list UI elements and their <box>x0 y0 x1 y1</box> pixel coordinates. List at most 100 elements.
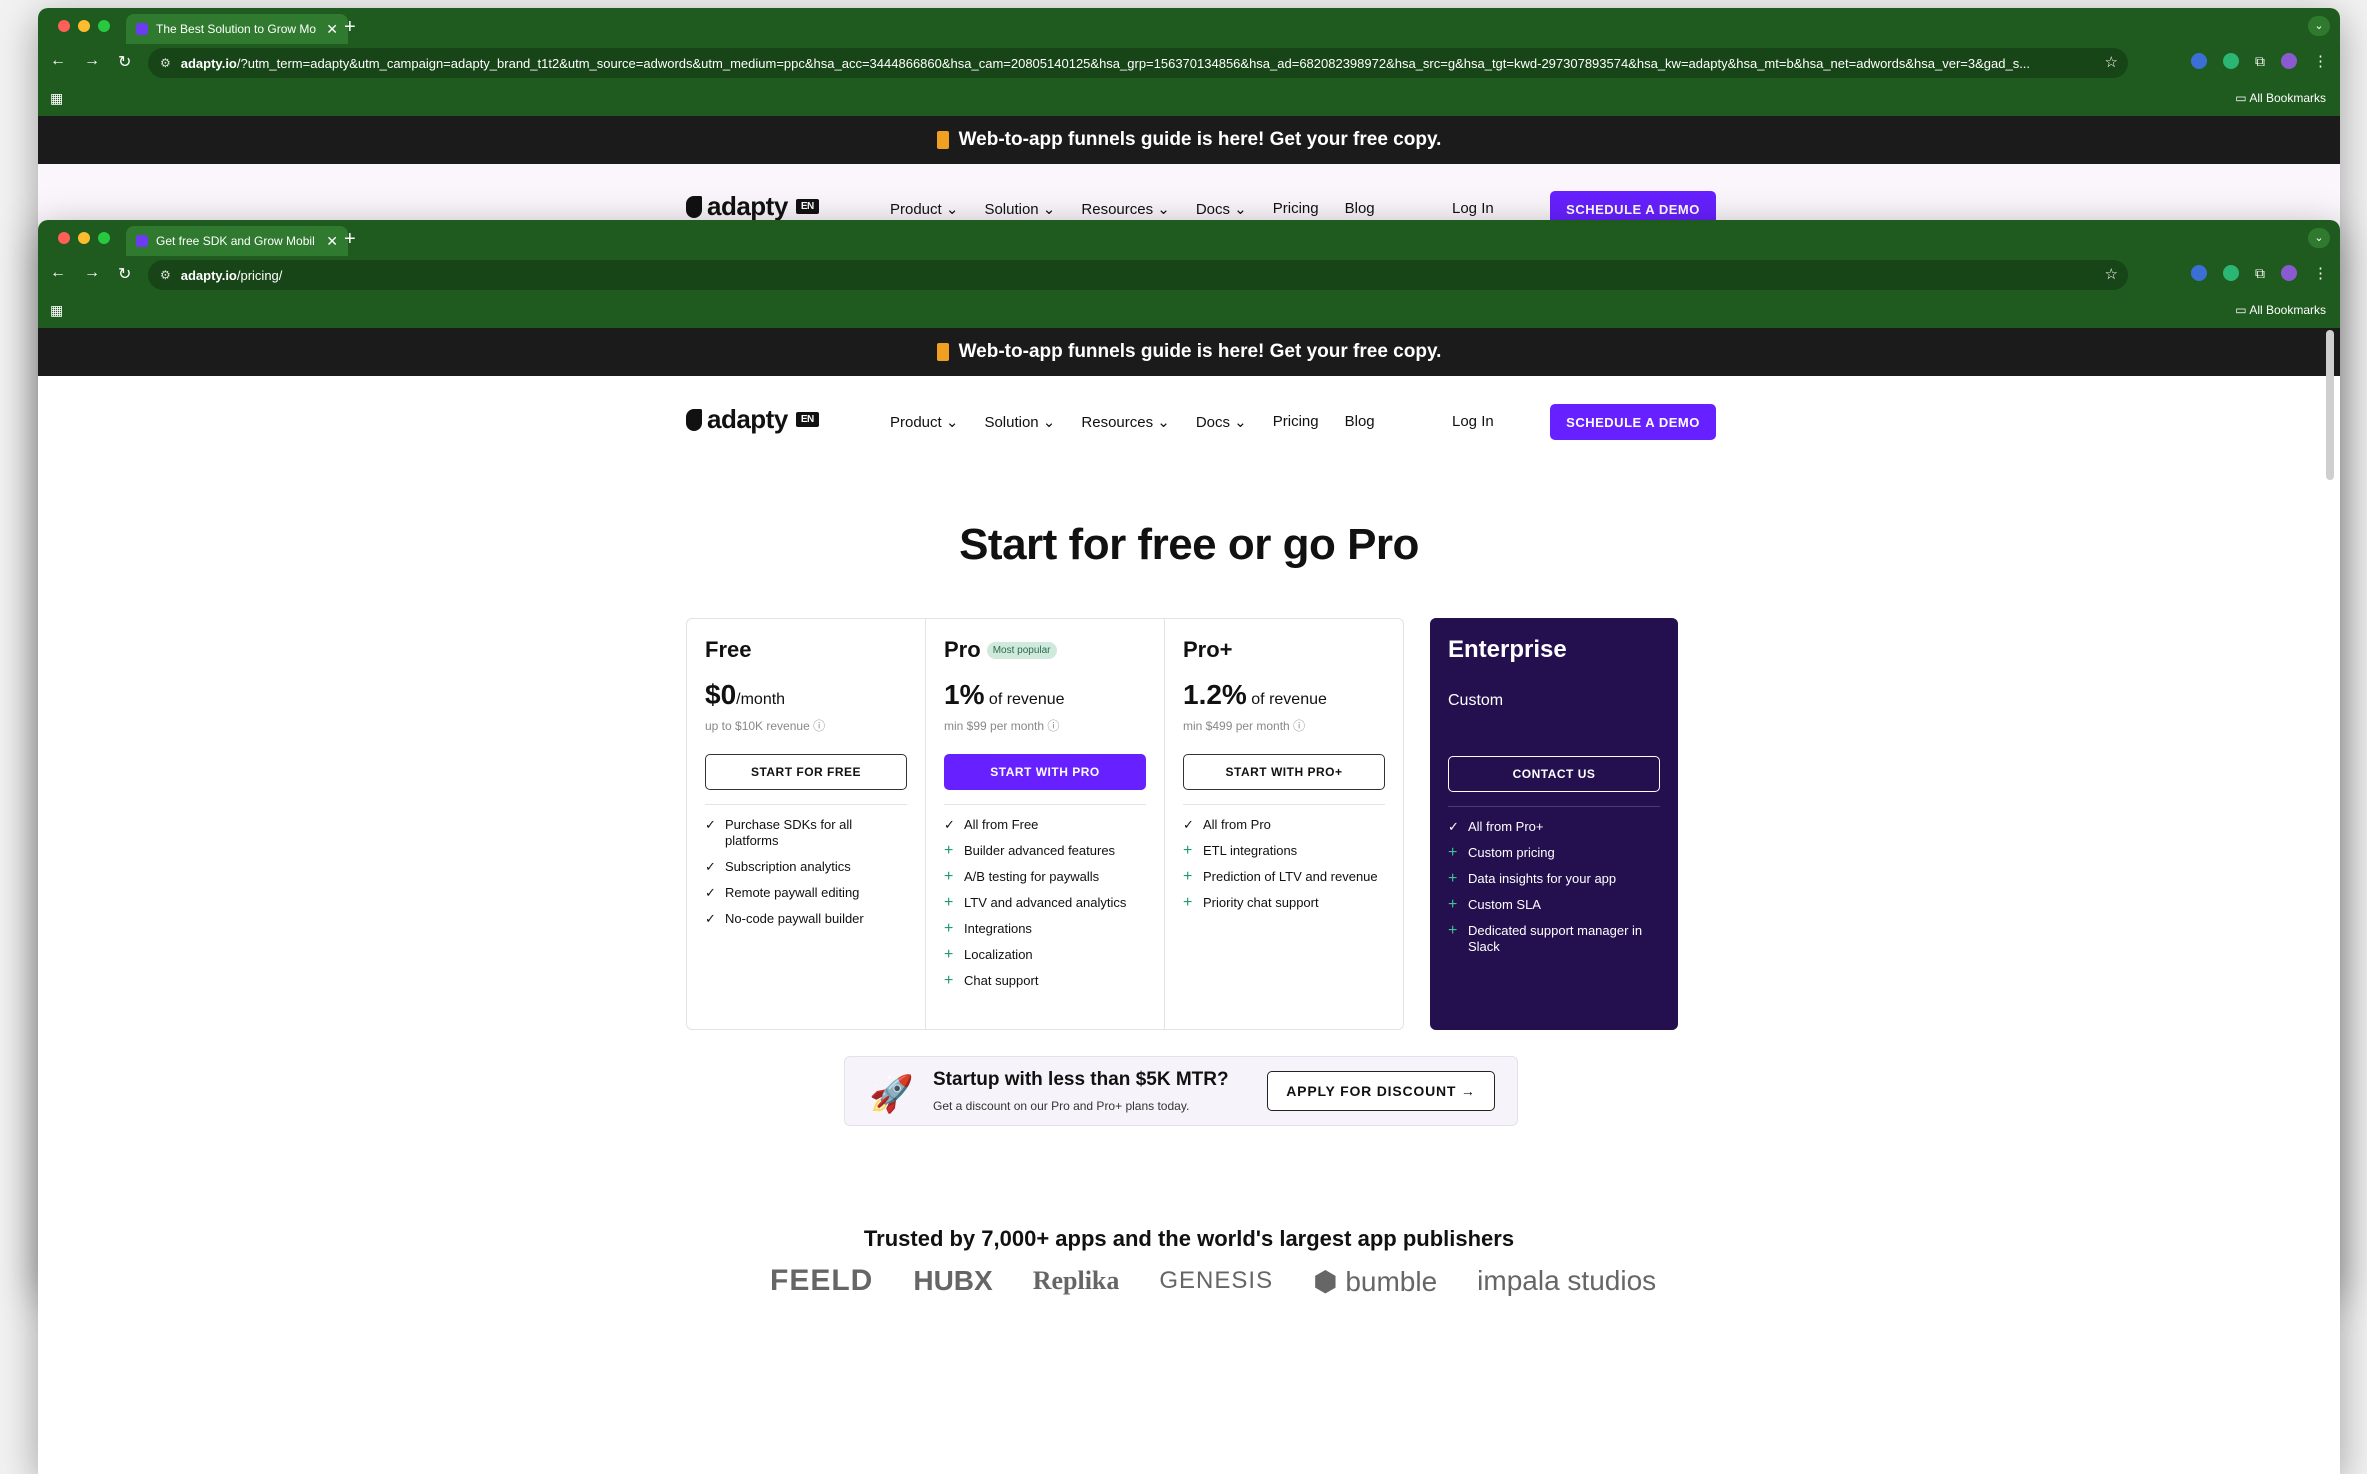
tab-title: The Best Solution to Grow Mo <box>156 22 317 36</box>
language-badge[interactable]: EN <box>795 412 819 427</box>
feature-text: No-code paywall builder <box>725 911 864 926</box>
kebab-menu-icon[interactable]: ⋮ <box>2313 52 2328 70</box>
start-with-pro-plus-button[interactable]: START WITH PRO+ <box>1183 754 1385 790</box>
menu-item-blog[interactable]: Blog <box>1345 200 1375 218</box>
list-item: + Custom pricing <box>1448 845 1660 861</box>
apps-grid-icon[interactable]: ▦ <box>50 302 63 319</box>
minimize-window-button[interactable] <box>78 20 90 32</box>
adapty-logo[interactable]: adapty EN <box>686 191 819 222</box>
menu-item-docs[interactable]: Docs ⌄ <box>1196 200 1247 218</box>
plan-note: min $99 per month ⓘ <box>944 719 1060 733</box>
address-bar[interactable]: ⚙ adapty.io/?utm_term=adapty&utm_campaig… <box>148 48 2128 78</box>
menu-item-product[interactable]: Product ⌄ <box>890 413 958 431</box>
back-arrow-icon[interactable]: ← <box>50 52 66 72</box>
all-bookmarks-folder[interactable]: ▭ All Bookmarks <box>2235 91 2326 105</box>
close-window-button[interactable] <box>58 20 70 32</box>
login-link[interactable]: Log In <box>1452 200 1494 217</box>
price-value: 1% <box>944 679 985 710</box>
plus-icon: + <box>1448 896 1458 913</box>
list-item: ✓ All from Free <box>944 817 1146 833</box>
puzzle-icon[interactable]: ⧉ <box>2255 265 2265 282</box>
tab-search-button[interactable]: ⌄ <box>2308 16 2330 36</box>
maximize-window-button[interactable] <box>98 20 110 32</box>
feature-list: ✓ All from Pro+ + Custom pricing + Data ins… <box>1448 819 1660 955</box>
menu-item-solution[interactable]: Solution ⌄ <box>984 200 1055 218</box>
kebab-menu-icon[interactable]: ⋮ <box>2313 264 2328 282</box>
client-logos: FEELD HUBX Replika GENESIS ⬢ bumble impa… <box>770 1264 1656 1298</box>
menu-item-pricing[interactable]: Pricing <box>1273 413 1319 431</box>
promo-banner-text: Web-to-app funnels guide is here! Get yo… <box>958 129 1442 150</box>
contact-us-button[interactable]: CONTACT US <box>1448 756 1660 792</box>
puzzle-icon[interactable]: ⧉ <box>2255 53 2265 70</box>
feature-text: LTV and advanced analytics <box>964 895 1127 910</box>
extension-shield-icon[interactable] <box>2223 265 2239 281</box>
schedule-demo-button[interactable]: SCHEDULE A DEMO <box>1550 404 1716 440</box>
new-tab-button[interactable]: + <box>344 228 356 251</box>
language-badge[interactable]: EN <box>795 199 819 214</box>
price-value: 1.2% <box>1183 679 1247 710</box>
menu-item-blog[interactable]: Blog <box>1345 413 1375 431</box>
browser-tab[interactable]: The Best Solution to Grow Mo ✕ <box>126 14 348 44</box>
reload-icon[interactable]: ↻ <box>118 52 131 72</box>
bookmark-star-icon[interactable]: ☆ <box>2105 53 2118 71</box>
extension-shield-icon[interactable] <box>2223 53 2239 69</box>
plus-icon: + <box>1448 870 1458 887</box>
all-bookmarks-folder[interactable]: ▭ All Bookmarks <box>2235 303 2326 317</box>
adapty-mark-icon <box>686 408 702 431</box>
feature-text: Builder advanced features <box>964 843 1116 858</box>
logo-text: adapty <box>707 191 788 221</box>
plan-price: Custom <box>1448 692 1504 709</box>
promo-banner[interactable]: Web-to-app funnels guide is here! Get yo… <box>38 328 2340 480</box>
login-link[interactable]: Log In <box>1452 413 1494 430</box>
all-bookmarks-label: All Bookmarks <box>2249 303 2326 317</box>
list-item: + Dedicated support manager in Slack <box>1448 923 1660 955</box>
menu-item-solution[interactable]: Solution ⌄ <box>984 413 1055 431</box>
feature-text: Localization <box>964 947 1033 962</box>
apps-grid-icon[interactable]: ▦ <box>50 90 63 107</box>
plus-icon: + <box>944 842 954 859</box>
menu-item-docs[interactable]: Docs ⌄ <box>1196 413 1247 431</box>
reload-icon[interactable]: ↻ <box>118 264 131 284</box>
list-item: ✓ All from Pro+ <box>1448 819 1660 835</box>
back-arrow-icon[interactable]: ← <box>50 264 66 284</box>
menu-item-resources[interactable]: Resources ⌄ <box>1081 413 1169 431</box>
tab-search-button[interactable]: ⌄ <box>2308 228 2330 248</box>
close-window-button[interactable] <box>58 232 70 244</box>
extension-1-icon[interactable] <box>2191 265 2207 281</box>
profile-avatar[interactable] <box>2281 53 2297 69</box>
maximize-window-button[interactable] <box>98 232 110 244</box>
extension-1-icon[interactable] <box>2191 53 2207 69</box>
new-tab-button[interactable]: + <box>344 16 356 39</box>
list-item: ✓ Remote paywall editing <box>705 885 907 901</box>
browser-chrome: The Best Solution to Grow Mo ✕ + ⌄ ← → ↻… <box>38 8 2340 116</box>
minimize-window-button[interactable] <box>78 232 90 244</box>
close-tab-icon[interactable]: ✕ <box>326 233 338 250</box>
menu-item-product[interactable]: Product ⌄ <box>890 200 958 218</box>
bookmark-star-icon[interactable]: ☆ <box>2105 265 2118 283</box>
plan-price: $0/month <box>705 679 907 711</box>
start-with-pro-button[interactable]: START WITH PRO <box>944 754 1146 790</box>
feature-text: Prediction of LTV and revenue <box>1203 869 1378 884</box>
feature-text: All from Pro+ <box>1468 819 1544 834</box>
list-item: ✓ No-code paywall builder <box>705 911 907 927</box>
front-browser-window: Get free SDK and Grow Mobil ✕ + ⌄ ← → ↻ … <box>38 220 2340 1474</box>
profile-avatar[interactable] <box>2281 265 2297 281</box>
adapty-logo[interactable]: adapty EN <box>686 404 819 435</box>
address-bar[interactable]: ⚙ adapty.io/pricing/ ☆ <box>148 260 2128 290</box>
browser-tab[interactable]: Get free SDK and Grow Mobil ✕ <box>126 226 348 256</box>
plan-name: Enterprise <box>1448 636 1567 663</box>
forward-arrow-icon[interactable]: → <box>84 52 100 72</box>
replika-logo: Replika <box>1032 1266 1120 1295</box>
promo-banner[interactable]: Web-to-app funnels guide is here! Get yo… <box>38 116 2340 164</box>
apply-for-discount-button[interactable]: APPLY FOR DISCOUNT → <box>1267 1071 1495 1111</box>
check-icon: ✓ <box>944 817 955 832</box>
list-item: + Integrations <box>944 921 1146 937</box>
close-tab-icon[interactable]: ✕ <box>326 21 338 38</box>
adapty-favicon-icon <box>136 23 148 35</box>
menu-item-pricing[interactable]: Pricing <box>1273 200 1319 218</box>
site-settings-icon[interactable]: ⚙ <box>160 268 171 282</box>
forward-arrow-icon[interactable]: → <box>84 264 100 284</box>
menu-item-resources[interactable]: Resources ⌄ <box>1081 200 1169 218</box>
site-settings-icon[interactable]: ⚙ <box>160 56 171 70</box>
start-for-free-button[interactable]: START FOR FREE <box>705 754 907 790</box>
